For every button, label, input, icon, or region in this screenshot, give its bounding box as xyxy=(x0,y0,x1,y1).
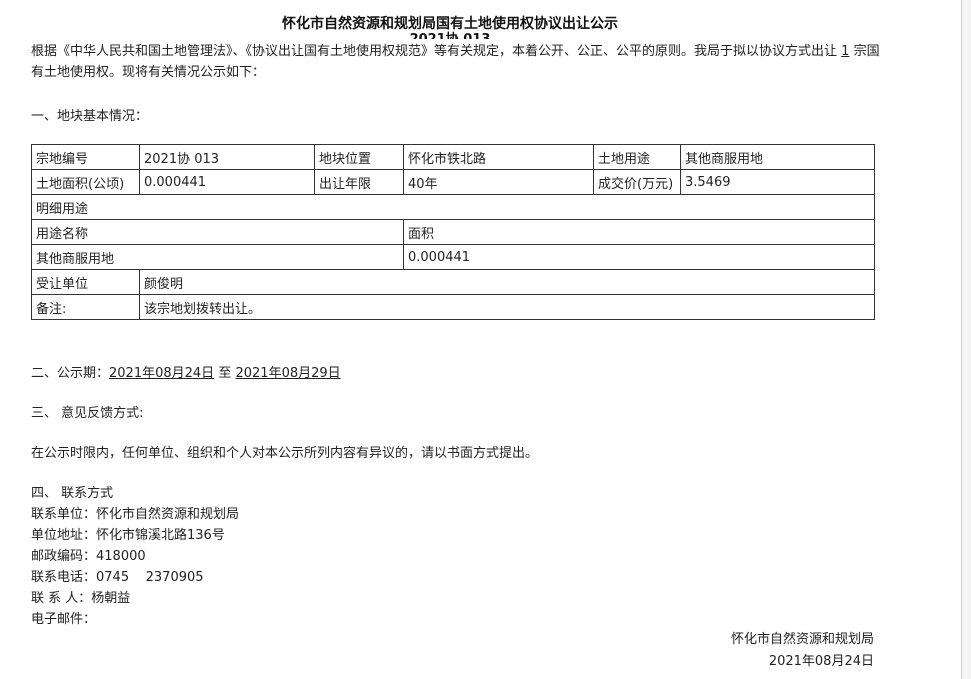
area-header: 面积 xyxy=(403,219,875,245)
table-value: 怀化市铁北路 xyxy=(403,144,594,170)
table-label: 成交价(万元) xyxy=(593,169,681,195)
contact-phone-value: 0745 2370905 xyxy=(96,570,204,585)
page-subtitle: 2021协 013 xyxy=(0,30,900,39)
section-3-title: 三、 意见反馈方式: xyxy=(31,406,144,421)
contact-unit-label: 联系单位： xyxy=(31,507,97,522)
table-label: 出让年限 xyxy=(314,169,404,195)
contact-postcode-label: 邮政编码： xyxy=(31,549,97,564)
contact-address: 单位地址：怀化市锦溪北路136号 xyxy=(31,524,225,543)
detail-use-header: 明细用途 xyxy=(31,194,875,220)
table-value: 2021协 013 xyxy=(139,144,315,170)
use-area-value: 0.000441 xyxy=(403,244,875,270)
signature-org: 怀化市自然资源和规划局 xyxy=(730,632,874,647)
contact-email: 电子邮件： xyxy=(31,608,96,627)
contact-person-value: 杨朝益 xyxy=(91,591,131,606)
table-row: 明细用途 xyxy=(31,194,875,220)
period-separator: 至 xyxy=(218,366,232,381)
table-label: 受让单位 xyxy=(31,269,140,295)
parcel-count: 1 xyxy=(841,44,850,59)
table-value: 其他商服用地 xyxy=(680,144,875,170)
table-label: 土地面积(公顷) xyxy=(31,169,140,195)
use-name-header: 用途名称 xyxy=(31,219,404,245)
table-value: 0.000441 xyxy=(139,169,315,195)
intro-text-part1: 根据《中华人民共和国土地管理法》、《协议出让国有土地使用权规范》等有关规定，本着… xyxy=(31,44,838,59)
table-row: 受让单位 颜俊明 xyxy=(31,269,875,295)
section-2-publicity-period: 二、公示期：2021年08月24日 至 2021年08月29日 xyxy=(31,362,341,381)
signature-date: 2021年08月24日 xyxy=(768,654,874,669)
table-row: 土地面积(公顷) 0.000441 出让年限 40年 成交价(万元) 3.546… xyxy=(31,169,875,195)
period-end-date: 2021年08月29日 xyxy=(235,366,341,381)
contact-address-value: 怀化市锦溪北路136号 xyxy=(96,528,225,543)
table-value: 3.5469 xyxy=(680,169,875,195)
contact-unit: 联系单位：怀化市自然资源和规划局 xyxy=(31,503,239,522)
remark-value: 该宗地划拨转出让。 xyxy=(139,294,875,320)
period-start-date: 2021年08月24日 xyxy=(109,366,215,381)
contact-email-label: 电子邮件： xyxy=(31,612,97,627)
table-label: 备注: xyxy=(31,294,140,320)
contact-postcode: 邮政编码：418000 xyxy=(31,545,146,564)
transferee-value: 颜俊明 xyxy=(139,269,875,295)
table-value: 40年 xyxy=(403,169,594,195)
table-label: 宗地编号 xyxy=(31,144,140,170)
contact-person: 联 系 人：杨朝益 xyxy=(31,587,130,606)
contact-phone: 联系电话：0745 2370905 xyxy=(31,566,204,585)
contact-postcode-value: 418000 xyxy=(96,549,146,564)
table-row: 宗地编号 2021协 013 地块位置 怀化市铁北路 土地用途 其他商服用地 xyxy=(31,144,875,170)
table-row: 其他商服用地 0.000441 xyxy=(31,244,875,270)
contact-unit-value: 怀化市自然资源和规划局 xyxy=(96,507,240,522)
table-row: 用途名称 面积 xyxy=(31,219,875,245)
contact-phone-label: 联系电话： xyxy=(31,570,97,585)
table-row: 备注: 该宗地划拨转出让。 xyxy=(31,294,875,320)
contact-person-label: 联 系 人： xyxy=(31,591,92,606)
table-label: 土地用途 xyxy=(593,144,681,170)
section-3-text: 在公示时限内，任何单位、组织和个人对本公示所列内容有异议的，请以书面方式提出。 xyxy=(31,446,539,461)
table-label: 地块位置 xyxy=(314,144,404,170)
parcel-info-table: 宗地编号 2021协 013 地块位置 怀化市铁北路 土地用途 其他商服用地 土… xyxy=(31,144,875,320)
use-name-value: 其他商服用地 xyxy=(31,244,404,270)
intro-paragraph: 根据《中华人民共和国土地管理法》、《协议出让国有土地使用权规范》等有关规定，本着… xyxy=(31,41,881,83)
section-1-title: 一、地块基本情况： xyxy=(31,109,149,124)
section-2-label: 二、公示期： xyxy=(31,366,110,381)
section-4-title: 四、 联系方式 xyxy=(31,486,114,501)
vertical-scrollbar[interactable] xyxy=(962,0,971,679)
contact-address-label: 单位地址： xyxy=(31,528,97,543)
